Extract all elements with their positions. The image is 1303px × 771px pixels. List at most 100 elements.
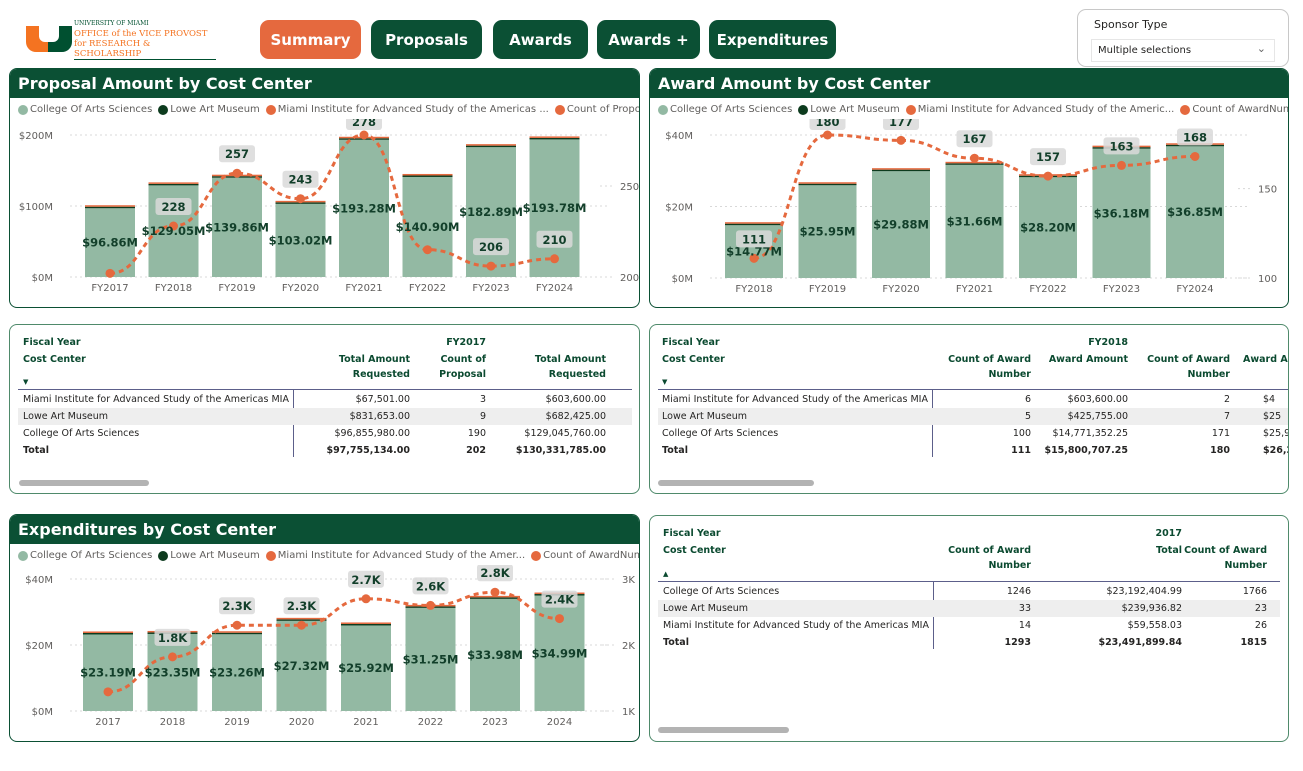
line-data-label: 168 [1183,130,1207,144]
col-header[interactable]: Count of Award Number [1170,543,1267,573]
sort-ascending-icon[interactable]: ▲ [663,570,668,578]
nav-expenditures-button[interactable]: Expenditures [709,20,836,59]
total-row[interactable]: Total $97,755,134.00 202 $130,331,785.00 [18,442,632,459]
line-data-label: 2.8K [480,566,510,580]
bar-lowe[interactable] [402,175,453,177]
count-point[interactable] [490,587,500,597]
horizontal-scrollbar[interactable] [658,727,789,733]
bar-lowe[interactable] [466,145,516,148]
legend-item[interactable]: Miami Institute for Advanced Study of th… [265,550,525,561]
bar-lowe[interactable] [945,163,1004,165]
table-row[interactable]: Miami Institute for Advanced Study of th… [18,391,632,408]
horizontal-scrollbar[interactable] [658,480,814,486]
legend-label: College Of Arts Sciences [670,104,793,115]
col-header[interactable]: Total [1070,543,1182,558]
bar-mia[interactable] [466,144,516,146]
nav-awards-plus-button[interactable]: Awards + [597,20,700,59]
sort-descending-icon[interactable]: ▼ [23,378,28,386]
bar-lowe[interactable] [470,597,520,599]
legend-item[interactable]: Miami Institute for Advanced Study of th… [905,104,1174,115]
count-point[interactable] [550,254,559,264]
bar-mia[interactable] [85,205,135,207]
table-row[interactable]: Lowe Art Museum 33 $239,936.82 23 [658,600,1280,617]
bar-mia[interactable] [148,182,199,184]
table-row[interactable]: Miami Institute for Advanced Study of th… [658,391,1288,408]
count-point[interactable] [296,194,305,204]
bar-mia[interactable] [83,631,133,633]
table-row[interactable]: Miami Institute for Advanced Study of th… [658,617,1280,634]
col-header[interactable]: Award Amount [1031,352,1128,367]
count-point[interactable] [486,261,496,271]
legend-item[interactable]: Count of AwardNumber [531,550,639,561]
bar-lowe[interactable] [276,619,327,621]
bar-lowe[interactable] [872,169,930,172]
total-row[interactable]: Total 111 $15,800,707.25 180 $26,252 [658,442,1288,459]
bar-mia[interactable] [529,136,580,138]
count-point[interactable] [970,153,979,163]
bar-lowe[interactable] [725,223,783,226]
bar-lowe[interactable] [341,623,391,626]
legend-item[interactable]: Count of Proposal [554,104,639,115]
row-header-cost-center: Cost Center [663,545,726,556]
count-point[interactable] [896,135,906,145]
table-row[interactable]: College Of Arts Sciences $96,855,980.00 19… [18,425,632,442]
count-point[interactable] [297,620,306,630]
legend-item[interactable]: Count of AwardNumber [1180,104,1288,115]
count-point[interactable] [423,245,432,255]
col-header[interactable]: Count of Award Number [1128,352,1230,382]
legend-item[interactable]: Lowe Art Museum [158,104,260,115]
bar-mia[interactable] [872,168,930,170]
bar-mia[interactable] [341,622,391,624]
x-tick-label: FY2022 [1029,284,1066,295]
bar-lowe[interactable] [529,137,580,140]
count-point[interactable] [105,268,115,278]
col-header[interactable]: Count of Award Number [930,543,1031,573]
bar-mia[interactable] [798,182,857,184]
col-header[interactable]: Total Amount Requested [310,352,410,382]
nav-summary-button[interactable]: Summary [260,20,361,59]
legend-item[interactable]: College Of Arts Sciences [18,104,152,115]
count-point[interactable] [361,594,371,604]
nav-proposals-button[interactable]: Proposals [371,20,482,59]
bar-lowe[interactable] [798,183,857,186]
sort-descending-icon[interactable]: ▼ [662,378,667,386]
legend-item[interactable]: College Of Arts Sciences [18,550,152,561]
col-header[interactable]: Award A [1243,352,1288,367]
table-row[interactable]: College Of Arts Sciences 100 $14,771,352.2… [658,425,1288,442]
count-point[interactable] [1043,171,1053,181]
total-row[interactable]: Total 1293 $23,491,899.84 1815 [658,634,1280,651]
count-point[interactable] [1190,151,1200,161]
legend-item[interactable]: Miami Institute for Advanced Study of th… [265,104,549,115]
bar-lowe[interactable] [148,183,199,186]
count-point[interactable] [1117,160,1126,170]
bar-lowe[interactable] [85,206,135,209]
legend-item[interactable]: Lowe Art Museum [798,104,900,115]
legend-item[interactable]: Lowe Art Museum [158,550,260,561]
col-header[interactable]: Total Amount Requested [486,352,606,382]
bar-mia[interactable] [212,631,262,633]
col-header[interactable]: Count of Award Number [930,352,1031,382]
bar-lowe[interactable] [212,632,262,635]
count-point[interactable] [555,614,564,624]
bar-mia[interactable] [725,222,783,224]
nav-awards-button[interactable]: Awards [493,20,588,59]
table-row[interactable]: Lowe Art Museum $831,653.00 9 $682,425.00 [18,408,632,425]
legend-dot-icon [1180,104,1191,115]
bar-mia[interactable] [402,173,453,176]
count-point[interactable] [232,168,242,178]
table-row[interactable]: Lowe Art Museum 5 $425,755.00 7 $25 [658,408,1288,425]
sponsor-type-dropdown[interactable]: Multiple selections ⌄ [1091,39,1275,62]
bar-lowe[interactable] [83,632,133,635]
legend-item[interactable]: College Of Arts Sciences [658,104,792,115]
count-point[interactable] [103,687,113,697]
count-point[interactable] [426,600,435,610]
count-point[interactable] [359,130,369,140]
table-row[interactable]: College Of Arts Sciences 1246 $23,192,404.… [658,583,1280,600]
horizontal-scrollbar[interactable] [19,480,149,486]
col-header[interactable]: Count of Proposal [410,352,486,382]
bar-mia[interactable] [276,617,327,620]
line-data-label: 243 [288,173,312,187]
count-point[interactable] [823,130,832,140]
count-point[interactable] [232,620,242,630]
count-point[interactable] [168,652,177,662]
